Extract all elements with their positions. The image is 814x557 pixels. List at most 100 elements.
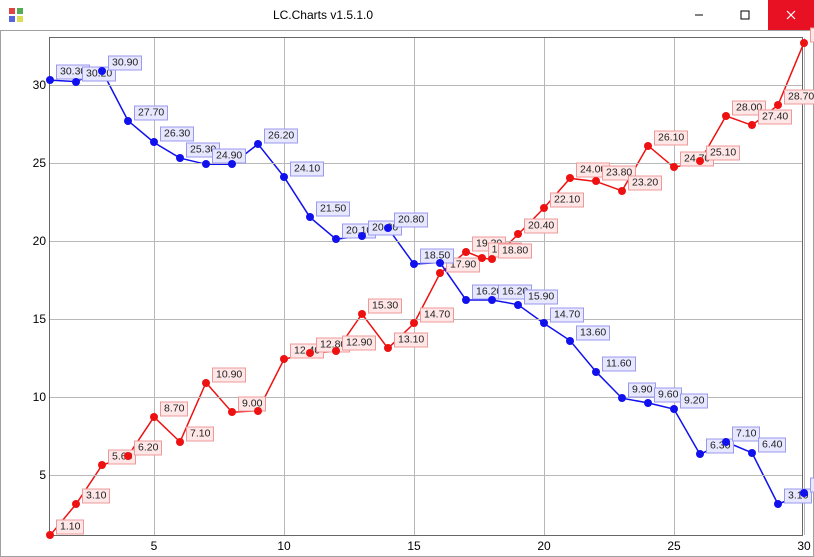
data-point[interactable] [46,76,54,84]
data-point[interactable] [46,531,54,539]
data-label: 7.10 [186,426,214,441]
data-point[interactable] [774,101,782,109]
data-label: 6.30 [706,439,734,454]
data-point[interactable] [774,500,782,508]
data-label: 15.90 [524,289,558,304]
data-label: 26.10 [654,130,688,145]
data-point[interactable] [592,368,600,376]
data-point[interactable] [436,269,444,277]
y-tick-label: 5 [20,468,46,482]
data-point[interactable] [332,235,340,243]
data-point[interactable] [176,438,184,446]
data-label: 24.10 [290,161,324,176]
data-point[interactable] [696,450,704,458]
data-point[interactable] [202,160,210,168]
y-tick-label: 20 [20,234,46,248]
data-point[interactable] [618,187,626,195]
data-label: 22.10 [550,192,584,207]
window-title: LC.Charts v1.5.1.0 [0,8,676,22]
data-point[interactable] [514,301,522,309]
data-label: 18.80 [498,244,532,259]
data-point[interactable] [462,296,470,304]
data-point[interactable] [384,344,392,352]
y-tick-label: 30 [20,78,46,92]
minimize-button[interactable] [676,0,722,30]
data-point[interactable] [592,177,600,185]
data-point[interactable] [202,379,210,387]
data-label: 13.60 [576,325,610,340]
maximize-button[interactable] [722,0,768,30]
data-point[interactable] [540,319,548,327]
data-label: 28.70 [784,90,814,105]
data-label: 21.50 [316,202,350,217]
data-point[interactable] [478,254,486,262]
x-tick-label: 10 [277,539,290,553]
data-point[interactable] [722,438,730,446]
data-point[interactable] [748,449,756,457]
data-label: 9.00 [238,397,266,412]
close-button[interactable] [768,0,814,30]
data-point[interactable] [618,394,626,402]
data-label: 9.90 [628,383,656,398]
data-point[interactable] [358,232,366,240]
data-point[interactable] [488,255,496,263]
data-label: 13.10 [394,333,428,348]
data-point[interactable] [540,204,548,212]
data-label: 27.70 [134,105,168,120]
data-point[interactable] [228,160,236,168]
data-point[interactable] [410,260,418,268]
data-point[interactable] [566,174,574,182]
data-point[interactable] [124,452,132,460]
data-point[interactable] [228,408,236,416]
data-point[interactable] [670,405,678,413]
data-point[interactable] [800,39,808,47]
data-point[interactable] [306,213,314,221]
data-label: 6.20 [134,440,162,455]
data-label: 26.20 [264,129,298,144]
data-point[interactable] [670,163,678,171]
data-point[interactable] [280,355,288,363]
data-point[interactable] [696,157,704,165]
data-point[interactable] [748,121,756,129]
data-point[interactable] [306,349,314,357]
data-point[interactable] [410,319,418,327]
data-point[interactable] [566,337,574,345]
data-label: 27.40 [758,110,792,125]
data-point[interactable] [254,140,262,148]
x-tick-label: 5 [151,539,158,553]
data-point[interactable] [384,224,392,232]
data-point[interactable] [280,173,288,181]
window-buttons [676,0,814,30]
data-point[interactable] [644,142,652,150]
data-label: 12.90 [342,336,376,351]
data-point[interactable] [254,407,262,415]
data-point[interactable] [332,347,340,355]
x-tick-label: 20 [537,539,550,553]
data-label: 9.20 [680,394,708,409]
data-point[interactable] [358,310,366,318]
data-point[interactable] [644,399,652,407]
data-point[interactable] [488,296,496,304]
data-point[interactable] [800,489,808,497]
data-point[interactable] [514,230,522,238]
data-point[interactable] [436,259,444,267]
data-point[interactable] [150,413,158,421]
data-point[interactable] [176,154,184,162]
data-point[interactable] [722,112,730,120]
data-point[interactable] [98,67,106,75]
y-tick-label: 10 [20,390,46,404]
data-point[interactable] [150,138,158,146]
y-tick-label: 25 [20,156,46,170]
chart-plot[interactable]: 51015202530510152025301.103.105.606.208.… [49,37,803,536]
data-point[interactable] [124,117,132,125]
data-point[interactable] [462,248,470,256]
data-label: 3.10 [784,489,812,504]
data-label: 14.70 [420,308,454,323]
x-tick-label: 15 [407,539,420,553]
data-point[interactable] [72,78,80,86]
data-point[interactable] [98,461,106,469]
data-label: 1.10 [56,520,84,535]
data-label: 14.70 [550,308,584,323]
data-point[interactable] [72,500,80,508]
data-label: 10.90 [212,367,246,382]
